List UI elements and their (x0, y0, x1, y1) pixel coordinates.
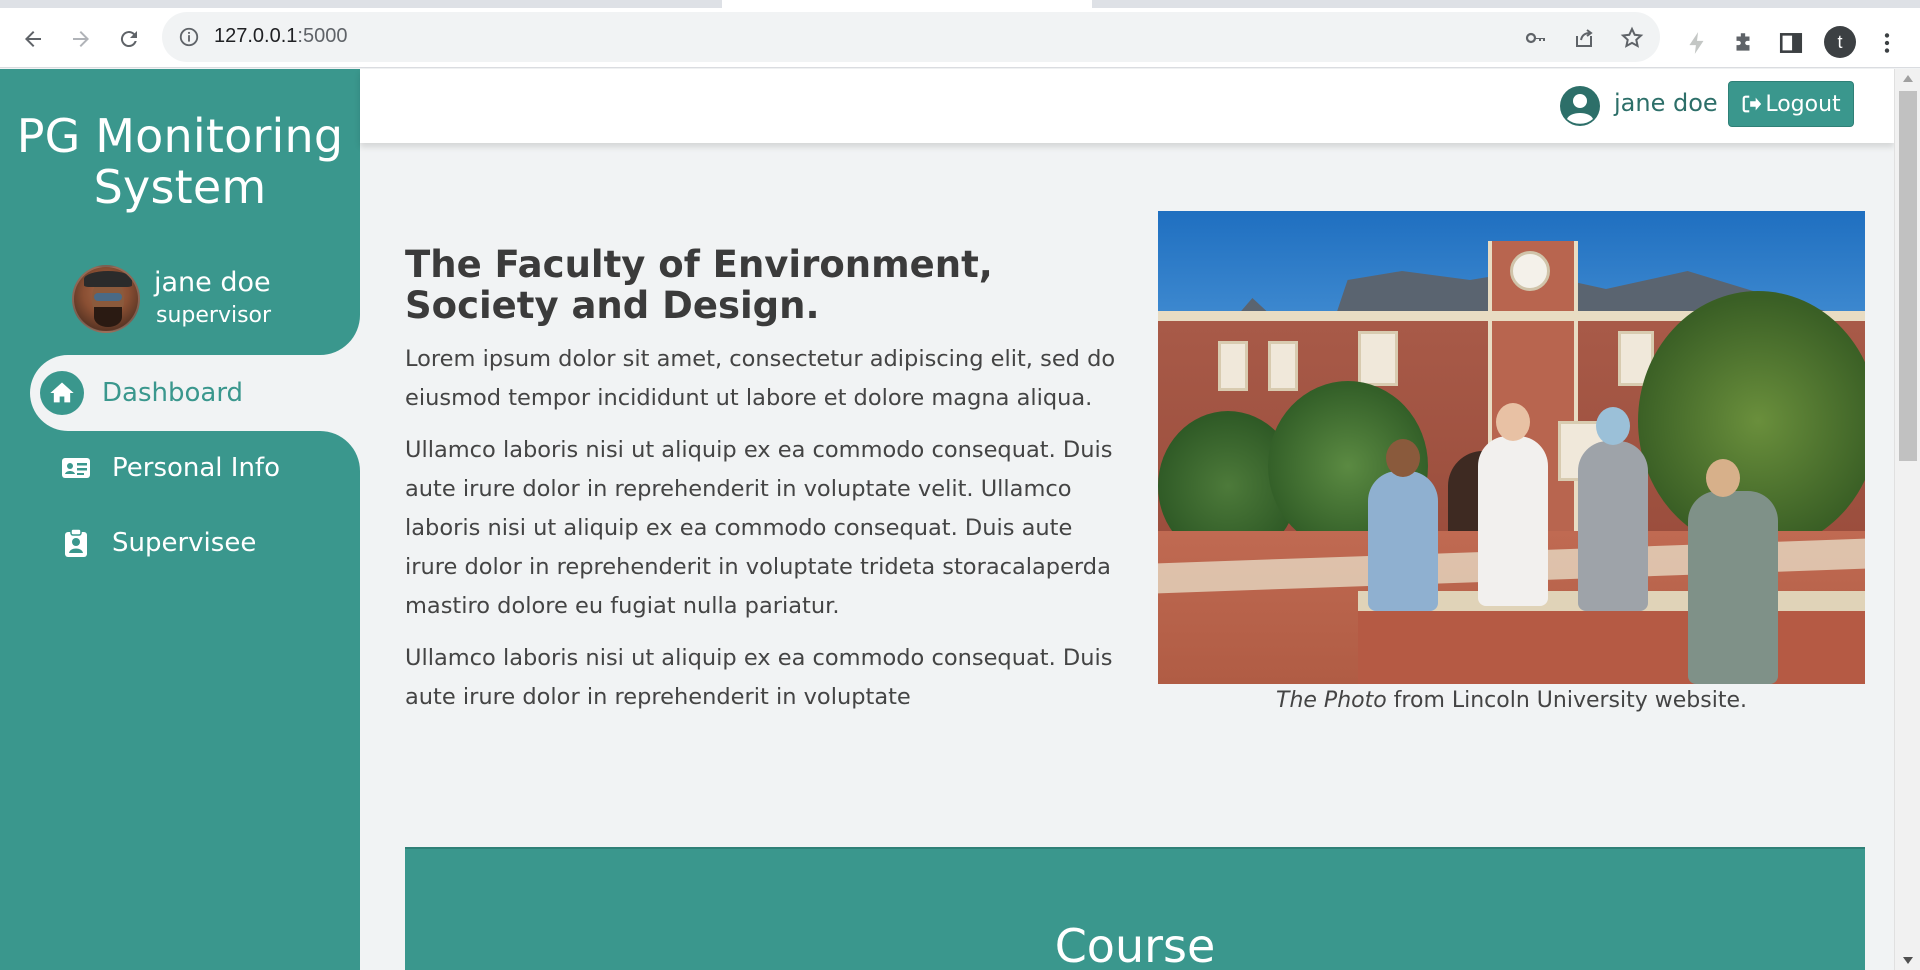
photo-person-head (1496, 403, 1530, 441)
sidebar-item-label: Dashboard (102, 378, 244, 408)
address-bar[interactable]: 127.0.0.1:5000 (162, 12, 1660, 62)
body-paragraph: Ullamco laboris nisi ut aliquip ex ea co… (405, 645, 1113, 710)
clipboard-user-icon (60, 527, 92, 559)
key-icon[interactable] (1524, 26, 1548, 50)
photo-window (1268, 341, 1298, 391)
user-circle-icon (1560, 86, 1600, 126)
lightning-icon[interactable] (1684, 30, 1710, 56)
back-button[interactable] (16, 22, 50, 56)
side-panel-icon[interactable] (1778, 30, 1804, 56)
page-title: The Faculty of Environment, Society and … (405, 243, 993, 327)
scroll-up-arrow[interactable] (1903, 75, 1913, 82)
campus-photo (1158, 211, 1865, 684)
caption-text: from Lincoln University website. (1386, 688, 1747, 713)
profile-role: supervisor (156, 303, 272, 328)
profile-name: jane doe (154, 267, 271, 298)
top-header: jane doe Logout (360, 69, 1894, 143)
avatar (72, 265, 140, 333)
arrow-left-icon (25, 31, 41, 47)
kebab-menu-icon[interactable] (1874, 30, 1900, 56)
sidebar: PG Monitoring System jane doe supervisor… (0, 69, 360, 970)
home-icon (40, 371, 84, 415)
id-card-icon (60, 452, 92, 484)
sidebar-item-supervisee[interactable]: Supervisee (30, 505, 360, 581)
profile-avatar[interactable]: t (1824, 26, 1856, 58)
sidebar-item-label: Supervisee (112, 528, 257, 558)
url-host: 127.0.0.1 (214, 25, 298, 47)
site-info-icon[interactable] (178, 26, 200, 48)
brand-title: PG Monitoring System (16, 109, 344, 214)
photo-window (1358, 331, 1398, 386)
sidebar-item-label: Personal Info (112, 453, 280, 483)
avatar-beard (94, 307, 122, 327)
share-icon[interactable] (1572, 26, 1596, 50)
photo-clock (1510, 251, 1550, 291)
avatar-glasses (94, 293, 122, 301)
logout-label: Logout (1765, 91, 1841, 117)
course-title: Course (1054, 919, 1216, 970)
photo-person (1578, 441, 1648, 611)
reload-button[interactable] (112, 22, 146, 56)
browser-toolbar: 127.0.0.1:5000 t (0, 8, 1920, 68)
course-section: Course (405, 847, 1865, 970)
photo-person-head (1706, 459, 1740, 497)
scroll-down-arrow[interactable] (1903, 957, 1913, 964)
photo-person-head (1596, 407, 1630, 445)
url-text: 127.0.0.1:5000 (214, 25, 347, 48)
logout-button[interactable]: Logout (1728, 81, 1854, 127)
page-scrollbar[interactable] (1894, 69, 1920, 970)
bookmark-star-icon[interactable] (1620, 26, 1644, 50)
tab-strip (0, 0, 1920, 8)
avatar-hat (84, 271, 132, 287)
photo-person (1688, 491, 1778, 684)
scroll-thumb[interactable] (1899, 91, 1917, 461)
intro-paragraph: Lorem ipsum dolor sit amet, consectetur … (405, 346, 1116, 411)
arrow-right-icon (73, 31, 89, 47)
url-port: :5000 (297, 25, 348, 47)
sidebar-profile: jane doe supervisor (72, 265, 352, 335)
photo-person (1478, 436, 1548, 606)
extensions-icon[interactable] (1730, 30, 1756, 56)
header-user-name: jane doe (1614, 89, 1718, 117)
sidebar-item-dashboard[interactable]: Dashboard (30, 355, 360, 431)
photo-caption: The Photo from Lincoln University websit… (1158, 688, 1865, 713)
photo-window (1218, 341, 1248, 391)
profile-initial: t (1837, 31, 1843, 52)
sidebar-item-personal-info[interactable]: Personal Info (30, 430, 360, 506)
body-paragraph: Ullamco laboris nisi ut aliquip ex ea co… (405, 437, 1113, 619)
forward-button[interactable] (64, 22, 98, 56)
active-tab[interactable] (722, 0, 1092, 8)
photo-person-head (1386, 439, 1420, 477)
sign-out-icon (1742, 95, 1762, 113)
reload-icon (120, 31, 137, 48)
caption-emphasis: The Photo (1276, 688, 1387, 713)
photo-person (1368, 471, 1438, 611)
